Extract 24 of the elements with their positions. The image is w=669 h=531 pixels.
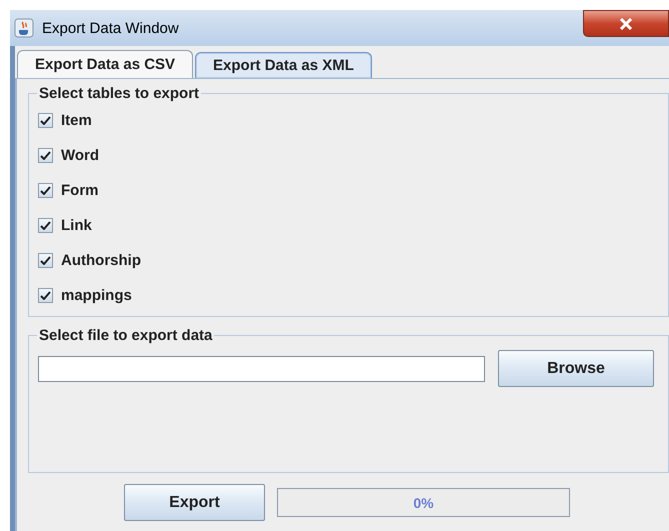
window-title: Export Data Window [42,20,179,36]
checkbox-label: Item [61,112,92,128]
browse-button[interactable]: Browse [498,350,654,387]
checkbox-label: Authorship [61,252,141,268]
progress-reading: 0% [413,494,434,510]
checkbox[interactable] [38,288,53,302]
checkbox-label: mappings [61,286,132,304]
checkbox-label: Word [61,146,100,164]
checkbox-label: Link [61,216,92,234]
checkbox[interactable] [38,218,53,232]
close-button[interactable] [583,10,669,37]
tab[interactable]: Export Data as XML [195,52,372,78]
checkbox[interactable] [38,148,53,162]
checkbox-label: Form [61,182,98,198]
checkbox[interactable] [38,182,53,198]
export-button[interactable]: Export [124,484,265,521]
checkbox[interactable] [38,252,53,268]
close-icon [618,18,634,30]
checkbox[interactable] [38,112,53,128]
cup-icon [14,18,34,38]
group-title: Select file to export data [38,327,214,344]
tab[interactable]: Export Data as CSV [17,50,194,78]
file-path-field[interactable] [38,356,485,382]
group-title: Select tables to export [38,85,200,102]
